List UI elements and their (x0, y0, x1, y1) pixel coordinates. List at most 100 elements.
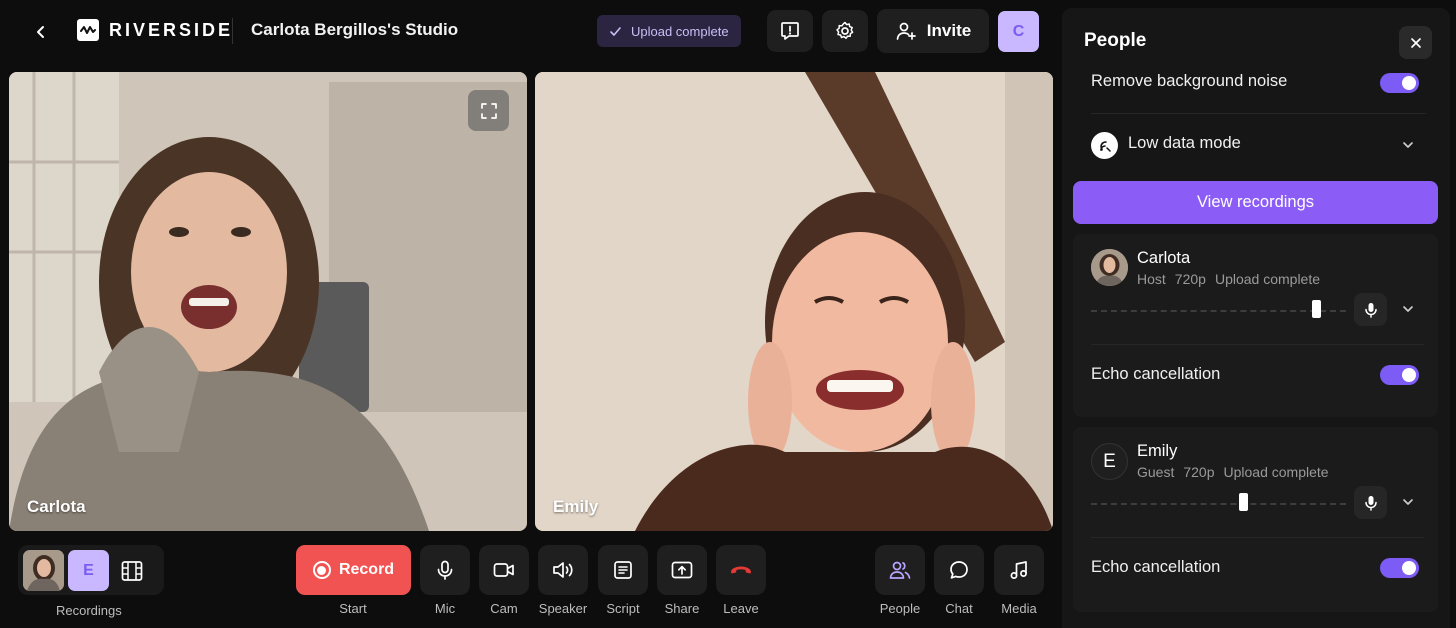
hang-up-icon (731, 566, 751, 574)
close-panel-button[interactable] (1399, 26, 1432, 59)
volume-slider[interactable] (1091, 310, 1346, 312)
carlota-avatar-image (1091, 249, 1128, 286)
participant-name: Carlota (1137, 249, 1191, 267)
chat-icon (950, 561, 968, 579)
share-button[interactable] (657, 545, 707, 595)
record-button[interactable]: Record (296, 545, 411, 595)
settings-button[interactable] (822, 10, 868, 52)
tile-name-emily: Emily (553, 497, 599, 516)
people-button[interactable] (875, 545, 925, 595)
chevron-left-icon (37, 26, 44, 38)
logo-text: RIVERSIDE (109, 19, 234, 40)
record-icon (312, 561, 331, 579)
user-avatar[interactable]: C (998, 11, 1039, 52)
feedback-button[interactable] (767, 10, 813, 52)
microphone-icon (437, 560, 453, 580)
share-screen-icon (671, 561, 693, 579)
participant-name: Emily (1137, 442, 1178, 460)
add-user-icon (896, 22, 916, 40)
volume-slider-handle[interactable] (1238, 493, 1248, 511)
emily-thumbnail[interactable]: E (68, 550, 109, 591)
camera-icon (493, 563, 514, 577)
echo-cancellation-toggle[interactable] (1380, 365, 1419, 385)
tile-name-carlota: Carlota (27, 497, 86, 516)
panel-title: People (1084, 30, 1147, 51)
cam-button[interactable] (479, 545, 529, 595)
noise-removal-toggle[interactable] (1380, 73, 1419, 93)
expand-icon (480, 102, 497, 119)
record-label: Record (338, 561, 395, 578)
participant-quality: 720p (1174, 271, 1206, 287)
close-icon (1410, 37, 1421, 48)
participant-role: Host (1137, 271, 1166, 287)
microphone-icon (1364, 495, 1377, 511)
microphone-icon (1364, 302, 1377, 318)
low-data-expand[interactable] (1399, 136, 1417, 154)
avatar: E (1091, 443, 1128, 480)
invite-label: Invite (926, 21, 972, 40)
carlota-thumbnail[interactable] (23, 550, 64, 591)
people-icon (889, 561, 911, 579)
chevron-down-icon (1403, 142, 1413, 148)
low-data-label: Low data mode (1128, 134, 1241, 152)
check-icon (610, 26, 621, 36)
carlota-thumb-image (23, 550, 64, 591)
recordings-grid-button[interactable] (118, 557, 146, 585)
upload-status-text: Upload complete (631, 23, 729, 39)
participant-role: Guest (1137, 464, 1175, 480)
mic-button[interactable] (420, 545, 470, 595)
video-tile-emily[interactable]: Emily (535, 72, 1053, 531)
speaker-button[interactable] (538, 545, 588, 595)
participant-meta: Guest 720p Upload complete (1137, 464, 1329, 480)
invite-button[interactable]: Invite (877, 9, 989, 53)
people-panel: People Remove background noise Low data … (1062, 8, 1450, 628)
low-data-icon (1091, 132, 1118, 159)
echo-cancellation-toggle[interactable] (1380, 558, 1419, 578)
upload-status-badge: Upload complete (597, 15, 741, 47)
recordings-label: Recordings (56, 603, 122, 618)
studio-title: Carlota Bergillos's Studio (251, 20, 459, 39)
start-label: Start (339, 601, 367, 616)
top-bar: RIVERSIDE Carlota Bergillos's Studio Upl… (0, 0, 1060, 62)
chevron-down-icon (1403, 499, 1413, 505)
echo-cancellation-label: Echo cancellation (1091, 365, 1221, 383)
participant-upload-status: Upload complete (1223, 464, 1329, 480)
carlota-video-feed (9, 72, 527, 531)
avatar (1091, 249, 1128, 286)
feedback-icon (781, 22, 799, 40)
fullscreen-button[interactable] (468, 90, 509, 131)
view-recordings-button[interactable]: View recordings (1073, 181, 1438, 224)
recordings-group: E (18, 545, 164, 595)
noise-removal-label: Remove background noise (1091, 72, 1288, 90)
participant-expand[interactable] (1399, 493, 1417, 511)
leave-button[interactable] (716, 545, 766, 595)
video-tile-carlota[interactable]: Carlota (9, 72, 527, 531)
back-button[interactable] (28, 19, 54, 45)
riverside-logo: RIVERSIDE (77, 19, 233, 41)
volume-slider-handle[interactable] (1312, 300, 1322, 318)
participant-upload-status: Upload complete (1214, 271, 1321, 287)
script-button[interactable] (598, 545, 648, 595)
media-label: Media (1001, 601, 1037, 616)
participant-quality: 720p (1183, 464, 1215, 480)
emily-video-feed (535, 72, 1053, 531)
riverside-studio: RIVERSIDE Carlota Bergillos's Studio Upl… (0, 0, 1456, 628)
chevron-down-icon (1403, 306, 1413, 312)
chat-button[interactable] (934, 545, 984, 595)
participant-expand[interactable] (1399, 300, 1417, 318)
volume-slider[interactable] (1091, 503, 1346, 505)
divider (1091, 537, 1424, 538)
mute-participant-button[interactable] (1354, 486, 1387, 519)
mute-participant-button[interactable] (1354, 293, 1387, 326)
speaker-icon (553, 562, 573, 578)
participant-card-emily: E Emily Guest 720p Upload complete Echo … (1073, 427, 1438, 612)
participant-meta: Host 720p Upload complete (1137, 271, 1320, 287)
header-divider (232, 18, 233, 44)
script-icon (614, 561, 632, 579)
music-note-icon (1010, 561, 1027, 579)
film-icon (121, 561, 143, 581)
echo-cancellation-label: Echo cancellation (1091, 558, 1221, 576)
divider (1091, 344, 1424, 345)
participant-card-carlota: Carlota Host 720p Upload complete Echo c… (1073, 234, 1438, 417)
media-button[interactable] (994, 545, 1044, 595)
